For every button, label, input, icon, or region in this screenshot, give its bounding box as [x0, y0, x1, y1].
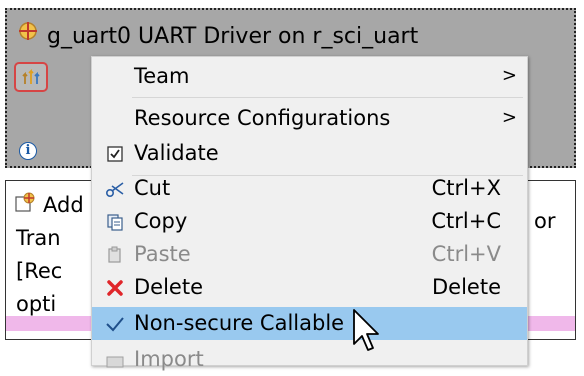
import-icon [104, 349, 126, 371]
stack-icon [15, 192, 35, 212]
menu-item-label: Import [134, 347, 204, 371]
menu-item-shortcut: Ctrl+C [431, 209, 501, 233]
menu-item-cut[interactable]: Cut Ctrl+X [92, 172, 527, 205]
description-line-4: opti [16, 292, 57, 316]
menu-item-label: Delete [134, 275, 203, 299]
menu-item-shortcut: Delete [432, 275, 501, 299]
copy-icon [104, 211, 126, 233]
menu-item-resource-configurations[interactable]: Resource Configurations > [92, 102, 527, 135]
menu-item-shortcut: Ctrl+V [431, 242, 501, 266]
menu-item-label: Cut [134, 176, 171, 200]
menu-item-label: Copy [134, 209, 188, 233]
paste-icon [104, 244, 126, 266]
menu-item-label: Team [134, 64, 190, 88]
description-line-3: [Rec [16, 259, 63, 283]
checkbox-checked-icon [104, 143, 126, 165]
mouse-pointer-icon [353, 309, 379, 351]
submenu-arrow-icon: > [501, 107, 517, 128]
component-title: g_uart0 UART Driver on r_sci_uart [47, 24, 419, 49]
menu-item-non-secure-callable[interactable]: Non-secure Callable [92, 307, 527, 340]
menu-item-delete[interactable]: Delete Delete [92, 271, 527, 304]
component-settings-icon[interactable] [14, 62, 48, 92]
menu-item-label: Paste [134, 242, 191, 266]
menu-item-validate[interactable]: Validate [92, 137, 527, 170]
description-right-fragment: or [534, 209, 556, 233]
menu-item-label: Non-secure Callable [134, 311, 345, 335]
menu-item-label: Resource Configurations [134, 106, 391, 130]
description-line-2: Tran [16, 226, 61, 250]
menu-item-label: Validate [134, 141, 219, 165]
checkmark-icon [104, 313, 126, 335]
menu-separator [132, 97, 523, 98]
menu-item-shortcut: Ctrl+X [431, 176, 501, 200]
menu-item-import[interactable]: Import [92, 343, 527, 376]
component-icon [19, 22, 37, 40]
context-menu[interactable]: Team > Resource Configurations > Validat… [91, 56, 528, 371]
menu-item-paste[interactable]: Paste Ctrl+V [92, 238, 527, 271]
menu-item-copy[interactable]: Copy Ctrl+C [92, 205, 527, 238]
scissors-icon [104, 178, 126, 200]
delete-x-icon [104, 277, 126, 299]
info-icon[interactable]: i [19, 142, 37, 160]
submenu-arrow-icon: > [501, 65, 517, 86]
description-line-1: Add [43, 193, 84, 217]
menu-item-team[interactable]: Team > [92, 60, 527, 93]
